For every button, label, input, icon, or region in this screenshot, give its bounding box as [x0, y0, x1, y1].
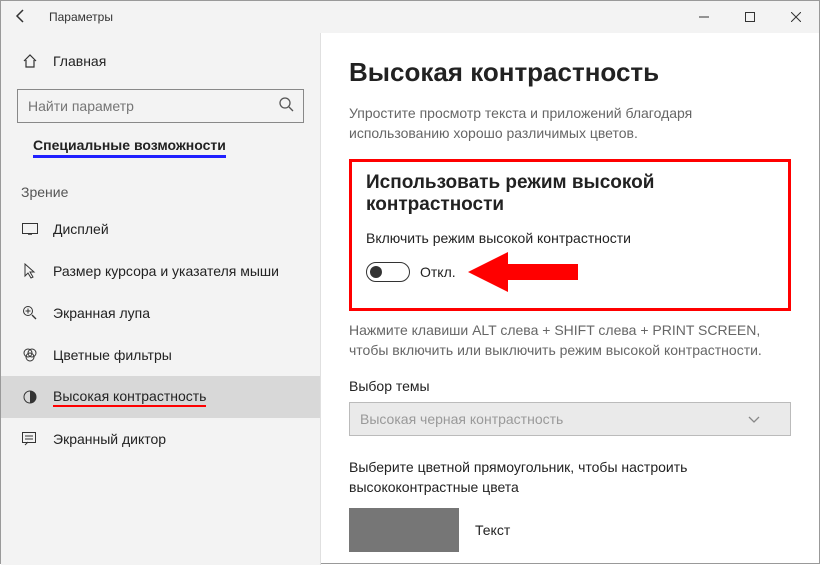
back-button[interactable]	[1, 9, 41, 26]
theme-value: Высокая черная контрастность	[360, 411, 563, 427]
toggle-state: Откл.	[420, 264, 456, 280]
minimize-button[interactable]	[681, 1, 727, 33]
sidebar-home[interactable]: Главная	[1, 41, 320, 81]
narrator-icon	[21, 430, 39, 448]
display-icon	[21, 220, 39, 238]
page-title: Высокая контрастность	[349, 57, 791, 88]
swatch-description: Выберите цветной прямоугольник, чтобы на…	[349, 458, 791, 497]
high-contrast-toggle[interactable]	[366, 262, 410, 282]
color-swatch-text[interactable]	[349, 508, 459, 552]
sidebar-category[interactable]: Специальные возможности	[33, 137, 226, 158]
cursor-icon	[21, 262, 39, 280]
titlebar: Параметры	[1, 1, 819, 33]
search-icon	[278, 96, 296, 119]
sidebar-item-display[interactable]: Дисплей	[1, 208, 320, 250]
sidebar-item-high-contrast[interactable]: Высокая контрастность	[1, 376, 320, 418]
sidebar-item-label: Дисплей	[53, 221, 109, 237]
sidebar-item-label: Цветные фильтры	[53, 347, 172, 363]
sidebar-item-label: Высокая контрастность	[53, 388, 206, 407]
window-title: Параметры	[49, 10, 113, 24]
toggle-knob	[370, 266, 382, 278]
search-input[interactable]	[17, 89, 304, 123]
home-icon	[21, 52, 39, 70]
sidebar: Главная Специальные возможности Зрение Д…	[1, 33, 321, 565]
maximize-button[interactable]	[727, 1, 773, 33]
toggle-label: Включить режим высокой контрастности	[366, 230, 774, 246]
main-content: Высокая контрастность Упростите просмотр…	[321, 33, 819, 565]
shortcut-hint: Нажмите клавиши ALT слева + SHIFT слева …	[349, 321, 791, 360]
sidebar-home-label: Главная	[53, 53, 106, 69]
sidebar-item-magnifier[interactable]: Экранная лупа	[1, 292, 320, 334]
sidebar-item-color-filters[interactable]: Цветные фильтры	[1, 334, 320, 376]
annotation-arrow	[468, 254, 578, 290]
magnifier-icon	[21, 304, 39, 322]
close-button[interactable]	[773, 1, 819, 33]
sidebar-subhead: Зрение	[21, 184, 320, 200]
theme-label: Выбор темы	[349, 378, 791, 394]
sidebar-item-label: Экранный диктор	[53, 431, 166, 447]
sidebar-item-narrator[interactable]: Экранный диктор	[1, 418, 320, 460]
color-filter-icon	[21, 346, 39, 364]
sidebar-item-label: Размер курсора и указателя мыши	[53, 263, 279, 279]
page-description: Упростите просмотр текста и приложений б…	[349, 104, 791, 143]
theme-select[interactable]: Высокая черная контрастность	[349, 402, 791, 436]
toggle-row: Откл.	[366, 254, 774, 290]
annotation-redbox: Использовать режим высокой контрастности…	[349, 159, 791, 311]
sidebar-item-label: Экранная лупа	[53, 305, 150, 321]
section-title: Использовать режим высокой контрастности	[366, 172, 774, 216]
search-container	[17, 89, 304, 123]
chevron-down-icon	[748, 411, 760, 427]
contrast-icon	[21, 388, 39, 406]
swatch-row: Текст	[349, 508, 791, 552]
swatch-text-label: Текст	[475, 522, 510, 538]
sidebar-item-cursor[interactable]: Размер курсора и указателя мыши	[1, 250, 320, 292]
window-controls	[681, 1, 819, 33]
